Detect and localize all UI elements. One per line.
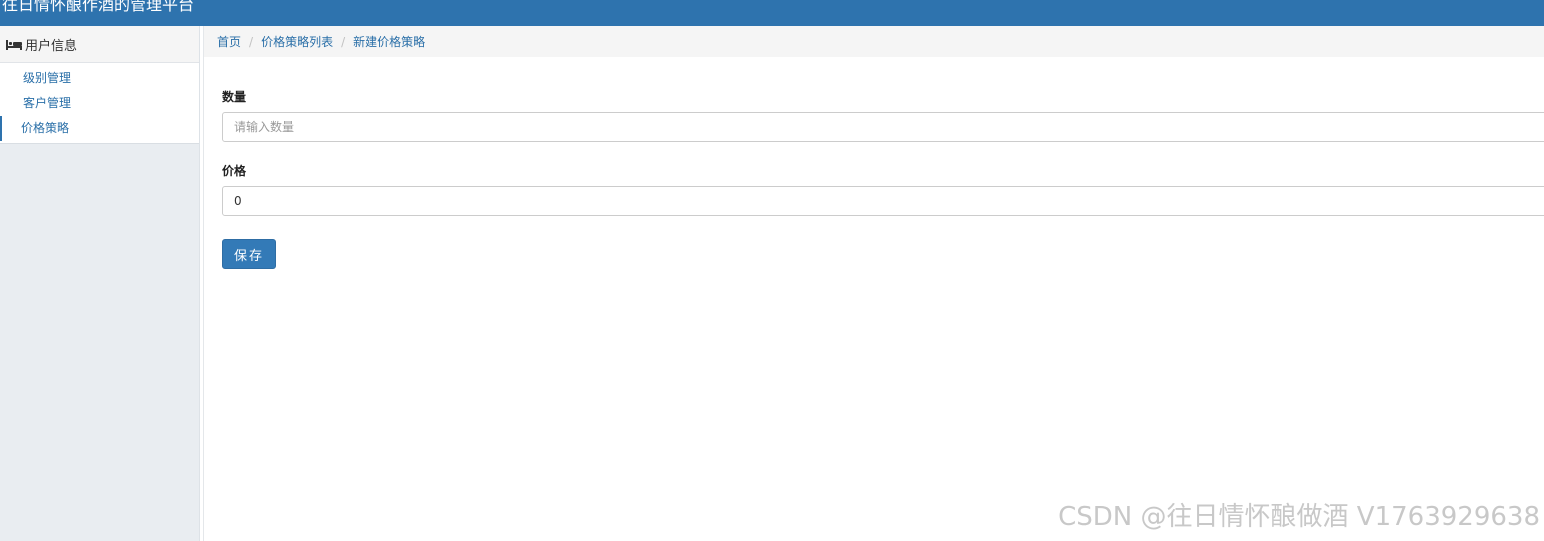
price-label: 价格 (222, 164, 247, 178)
breadcrumb-separator: / (249, 34, 254, 49)
price-policy-form: 数量 价格 保存 (222, 88, 1544, 269)
content-divider (203, 26, 204, 541)
breadcrumb: 首页 / 价格策略列表 / 新建价格策略 (204, 26, 1544, 57)
price-form-group: 价格 (222, 162, 1544, 216)
sidebar: 用户信息 级别管理 客户管理 价格策略 (0, 26, 200, 541)
app-title[interactable]: 往日情怀酿作酒的管理平台 (2, 0, 194, 16)
breadcrumb-home[interactable]: 首页 (217, 33, 241, 50)
quantity-form-group: 数量 (222, 88, 1544, 142)
breadcrumb-separator: / (341, 34, 346, 49)
sidebar-item-customer-management[interactable]: 客户管理 (0, 91, 199, 116)
watermark: CSDN @往日情怀酿做酒 V1763929638 (1058, 502, 1540, 532)
quantity-label: 数量 (222, 90, 247, 104)
sidebar-item-level-management[interactable]: 级别管理 (0, 66, 199, 91)
save-button[interactable]: 保存 (222, 239, 277, 269)
price-input[interactable] (222, 186, 1544, 216)
sidebar-panel: 用户信息 级别管理 客户管理 价格策略 (0, 26, 199, 144)
sidebar-section-header: 用户信息 (0, 26, 199, 63)
bed-icon (6, 39, 22, 50)
breadcrumb-new-price-policy[interactable]: 新建价格策略 (353, 33, 425, 50)
breadcrumb-price-policy-list[interactable]: 价格策略列表 (261, 33, 333, 50)
sidebar-section-label: 用户信息 (25, 38, 78, 54)
quantity-input[interactable] (222, 112, 1544, 142)
sidebar-menu: 级别管理 客户管理 价格策略 (0, 63, 199, 143)
top-navbar: 往日情怀酿作酒的管理平台 (0, 0, 1544, 26)
sidebar-item-price-policy[interactable]: 价格策略 (0, 116, 199, 141)
